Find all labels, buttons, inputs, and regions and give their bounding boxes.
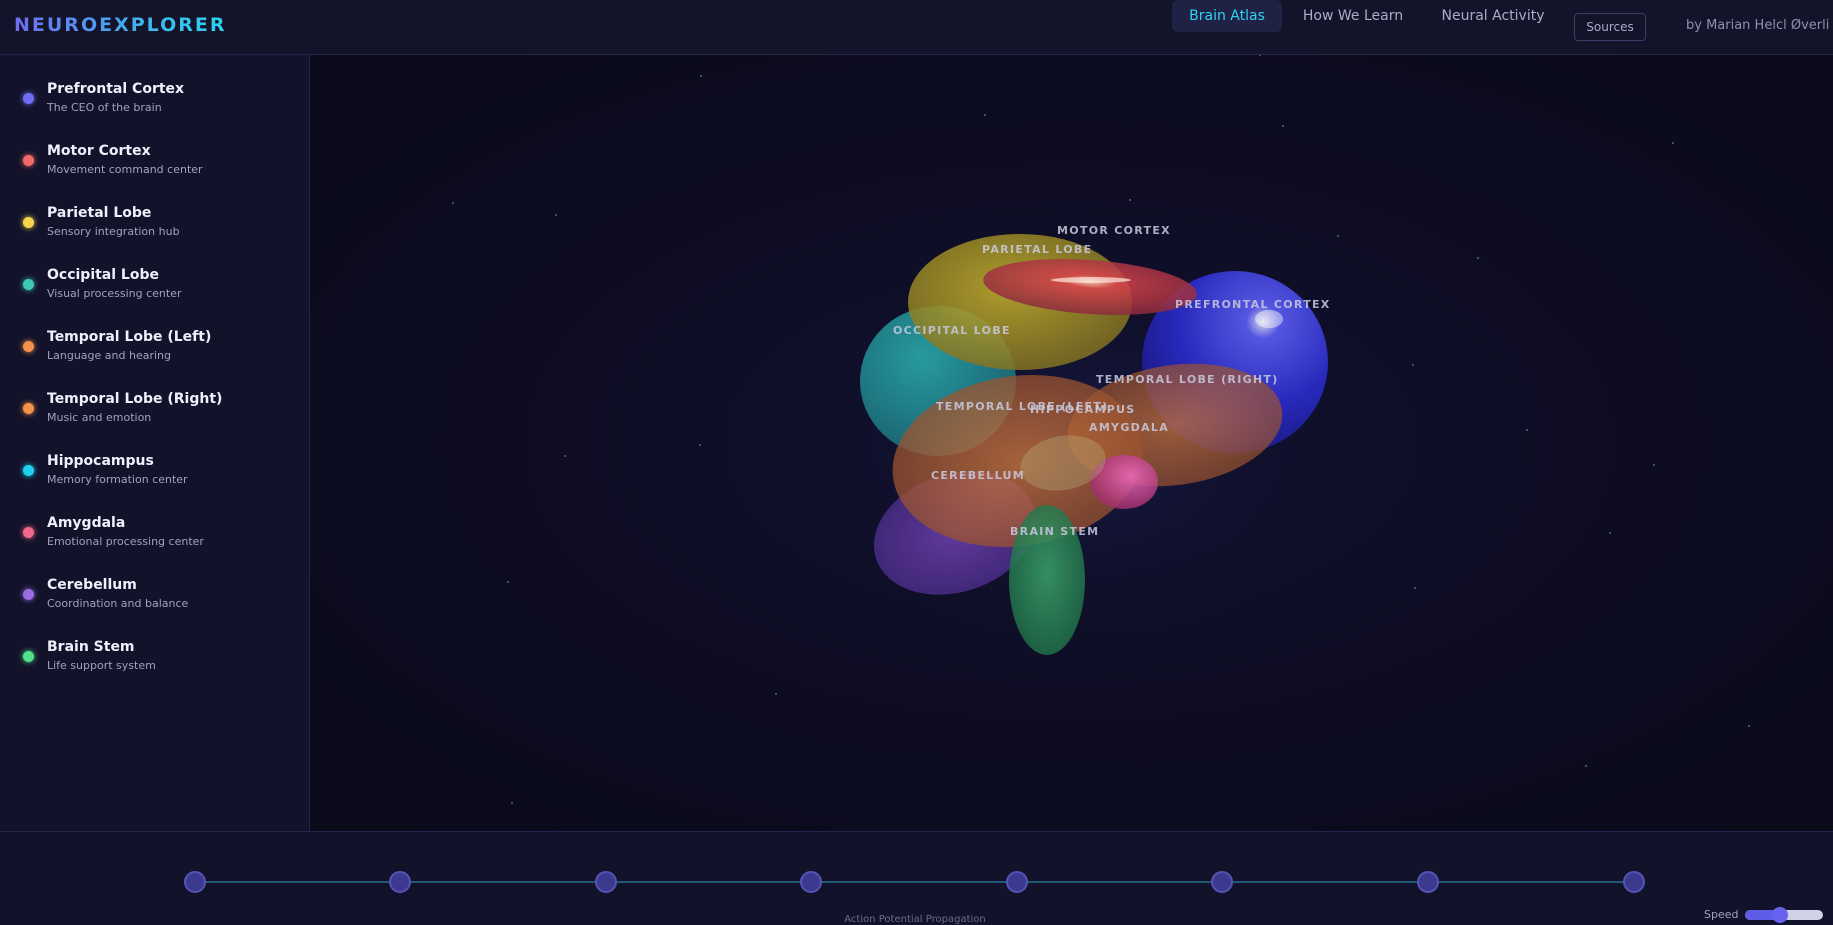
axon-node[interactable] (595, 871, 617, 893)
region-description: Coordination and balance (47, 597, 189, 610)
sidebar-item-temporal-lobe-right[interactable]: Temporal Lobe (Right) Music and emotion (0, 381, 309, 433)
region-name: Parietal Lobe (47, 205, 152, 221)
axon-node[interactable] (800, 871, 822, 893)
axon-node[interactable] (1006, 871, 1028, 893)
animation-caption: Action Potential Propagation (844, 914, 986, 925)
speed-slider[interactable] (1745, 907, 1823, 923)
label-motor-cortex: MOTOR CORTEX (1057, 224, 1171, 237)
label-hippocampus: HIPPOCAMPUS (1030, 403, 1136, 416)
sidebar-item-brain-stem[interactable]: Brain Stem Life support system (0, 629, 309, 681)
region-name: Hippocampus (47, 453, 154, 469)
sidebar-item-hippocampus[interactable]: Hippocampus Memory formation center (0, 443, 309, 495)
sidebar-item-prefrontal-cortex[interactable]: Prefrontal Cortex The CEO of the brain (0, 71, 309, 123)
speed-slider-handle[interactable] (1772, 907, 1789, 923)
sidebar-item-temporal-lobe-left[interactable]: Temporal Lobe (Left) Language and hearin… (0, 319, 309, 371)
axon-node[interactable] (1417, 871, 1439, 893)
label-parietal-lobe: PARIETAL LOBE (982, 243, 1092, 256)
tab-brain-atlas[interactable]: Brain Atlas (1172, 0, 1282, 32)
top-bar: NEUROEXPLORER Brain Atlas How We Learn N… (0, 0, 1833, 55)
brain-3d-viewport[interactable]: MOTOR CORTEX PARIETAL LOBE PREFRONTAL CO… (310, 55, 1833, 831)
region-description: Life support system (47, 659, 156, 672)
tab-neural-activity[interactable]: Neural Activity (1428, 0, 1558, 32)
sidebar-item-cerebellum[interactable]: Cerebellum Coordination and balance (0, 567, 309, 619)
label-brain-stem: BRAIN STEM (1010, 525, 1099, 538)
app-logo[interactable]: NEUROEXPLORER (14, 14, 226, 36)
region-description: Memory formation center (47, 473, 188, 486)
axon-node[interactable] (1211, 871, 1233, 893)
region-color-dot (23, 155, 34, 166)
region-name: Prefrontal Cortex (47, 81, 185, 97)
region-name: Amygdala (47, 515, 126, 531)
region-description: The CEO of the brain (47, 101, 162, 114)
highlight (1255, 310, 1283, 328)
sidebar-item-motor-cortex[interactable]: Motor Cortex Movement command center (0, 133, 309, 185)
sidebar-item-parietal-lobe[interactable]: Parietal Lobe Sensory integration hub (0, 195, 309, 247)
region-name: Motor Cortex (47, 143, 151, 159)
region-sidebar: Prefrontal Cortex The CEO of the brain M… (0, 55, 310, 831)
region-color-dot (23, 651, 34, 662)
region-color-dot (23, 279, 34, 290)
axon-node[interactable] (389, 871, 411, 893)
label-temporal-lobe-right: TEMPORAL LOBE (RIGHT) (1096, 373, 1279, 386)
label-amygdala: AMYGDALA (1089, 421, 1169, 434)
region-description: Sensory integration hub (47, 225, 180, 238)
region-description: Visual processing center (47, 287, 182, 300)
region-description: Language and hearing (47, 349, 171, 362)
region-color-dot (23, 589, 34, 600)
region-description: Emotional processing center (47, 535, 204, 548)
highlight (1051, 277, 1131, 283)
region-name: Cerebellum (47, 577, 137, 593)
sources-button[interactable]: Sources (1574, 13, 1646, 41)
axon-node[interactable] (1623, 871, 1645, 893)
region-color-dot (23, 341, 34, 352)
sidebar-item-occipital-lobe[interactable]: Occipital Lobe Visual processing center (0, 257, 309, 309)
region-color-dot (23, 217, 34, 228)
sidebar-item-amygdala[interactable]: Amygdala Emotional processing center (0, 505, 309, 557)
speed-label: Speed (1704, 908, 1739, 921)
action-potential-panel: Action Potential Propagation Speed (0, 831, 1833, 925)
region-name: Temporal Lobe (Right) (47, 391, 223, 407)
region-color-dot (23, 465, 34, 476)
region-color-dot (23, 93, 34, 104)
author-credit: by Marian Helcl Øverli (1686, 18, 1830, 33)
region-color-dot (23, 403, 34, 414)
region-description: Movement command center (47, 163, 203, 176)
label-occipital-lobe: OCCIPITAL LOBE (893, 324, 1011, 337)
region-name: Temporal Lobe (Left) (47, 329, 212, 345)
axon-node[interactable] (184, 871, 206, 893)
region-description: Music and emotion (47, 411, 152, 424)
brain-model[interactable]: MOTOR CORTEX PARIETAL LOBE PREFRONTAL CO… (310, 55, 1833, 831)
region-color-dot (23, 527, 34, 538)
tab-how-we-learn[interactable]: How We Learn (1296, 0, 1410, 32)
label-prefrontal-cortex: PREFRONTAL CORTEX (1175, 298, 1331, 311)
label-cerebellum: CEREBELLUM (931, 469, 1025, 482)
region-name: Occipital Lobe (47, 267, 159, 283)
region-name: Brain Stem (47, 639, 135, 655)
